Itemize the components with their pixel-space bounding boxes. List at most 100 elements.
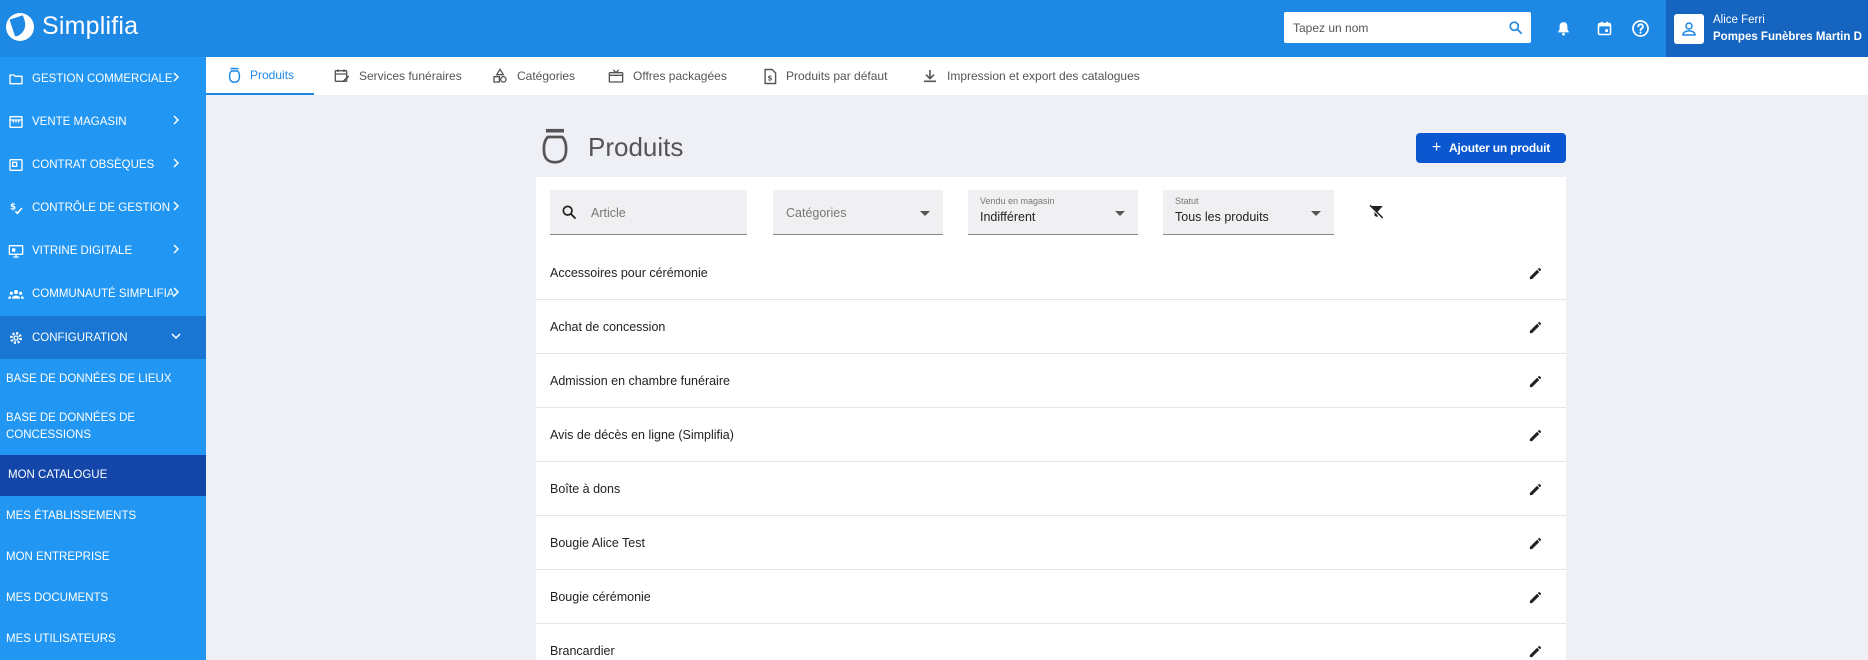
svg-text:$: $ <box>768 74 773 82</box>
status-value: Tous les produits <box>1175 210 1269 224</box>
avatar <box>1674 13 1704 44</box>
package-icon <box>608 68 624 84</box>
sidebar-item-configuration[interactable]: CONFIGURATION <box>0 316 206 359</box>
article-search-field[interactable]: Article <box>550 190 747 235</box>
pencil-icon <box>1529 321 1541 333</box>
add-product-button[interactable]: + Ajouter un produit <box>1416 133 1566 163</box>
product-row[interactable]: Bougie Alice Test <box>536 516 1566 570</box>
tab-categories[interactable]: Catégories <box>492 57 575 95</box>
products-card: Article Catégories Vendu en magasin Indi… <box>536 177 1566 660</box>
help-icon <box>1631 19 1649 37</box>
pencil-icon <box>1529 429 1541 441</box>
sidebar-item-label: CONTRAT OBSÈQUES <box>32 158 155 171</box>
product-row[interactable]: Brancardier <box>536 624 1566 660</box>
sidebar-subitem-mon-catalogue[interactable]: MON CATALOGUE <box>0 455 206 496</box>
product-name: Boîte à dons <box>550 481 621 496</box>
status-label: Statut <box>1175 196 1199 206</box>
edit-button[interactable] <box>1525 533 1545 553</box>
tab-label: Impression et export des catalogues <box>947 69 1140 83</box>
search-box <box>1284 12 1531 43</box>
edit-button[interactable] <box>1525 425 1545 445</box>
notifications-button[interactable] <box>1551 16 1575 40</box>
store-icon <box>0 114 32 130</box>
svg-text:$: $ <box>10 202 16 212</box>
community-icon <box>0 286 32 302</box>
sidebar-subitem-mes-documents[interactable]: MES DOCUMENTS <box>0 578 206 619</box>
search-button[interactable] <box>1499 12 1531 43</box>
settings-gear-icon <box>0 330 32 346</box>
chevron-down-icon <box>170 330 182 345</box>
filter-off-icon <box>1368 204 1384 220</box>
urn-icon <box>540 128 570 169</box>
clear-filters-button[interactable] <box>1366 202 1386 222</box>
chevron-right-icon <box>170 200 182 215</box>
tab-label: Services funéraires <box>359 69 462 83</box>
dropdown-arrow-icon <box>1115 211 1125 216</box>
user-menu[interactable]: Alice Ferri Pompes Funèbres Martin D <box>1666 0 1868 57</box>
pencil-icon <box>1529 483 1541 495</box>
search-input[interactable] <box>1284 12 1494 43</box>
sidebar-item-label: GESTION COMMERCIALE <box>32 72 173 85</box>
product-row[interactable]: Achat de concession <box>536 300 1566 354</box>
user-icon <box>1682 21 1696 36</box>
product-row[interactable]: Admission en chambre funéraire <box>536 354 1566 408</box>
chevron-right-icon <box>170 114 182 129</box>
chevron-right-icon <box>170 157 182 172</box>
catalogue-tabs: Produits Services funéraires Catégories … <box>206 57 1868 95</box>
categories-placeholder: Catégories <box>786 206 847 220</box>
tab-produits[interactable]: Produits <box>206 57 315 95</box>
contract-icon <box>0 157 32 173</box>
app-logo[interactable]: Simplifia <box>6 12 138 41</box>
product-row[interactable]: Bougie cérémonie <box>536 570 1566 624</box>
sidebar-subitem-base-concessions[interactable]: BASE DE DONNÉES DE CONCESSIONS <box>0 399 150 454</box>
edit-button[interactable] <box>1525 263 1545 283</box>
product-row[interactable]: Accessoires pour cérémonie <box>536 246 1566 300</box>
sidebar-item-vente-magasin[interactable]: VENTE MAGASIN <box>0 100 206 143</box>
categories-select[interactable]: Catégories <box>773 190 943 235</box>
pencil-icon <box>1529 537 1541 549</box>
money-check-icon: $ <box>0 200 32 216</box>
tab-impression-export[interactable]: Impression et export des catalogues <box>922 57 1140 95</box>
search-icon <box>1508 21 1522 34</box>
sidebar-item-contrat-obseques[interactable]: CONTRAT OBSÈQUES <box>0 143 206 186</box>
product-name: Brancardier <box>550 644 615 658</box>
help-button[interactable] <box>1628 16 1652 40</box>
tab-label: Produits par défaut <box>786 69 888 83</box>
sidebar-subitem-mes-utilisateurs[interactable]: MES UTILISATEURS <box>0 619 206 660</box>
edit-button[interactable] <box>1525 479 1545 499</box>
sold-in-store-select[interactable]: Vendu en magasin Indifférent <box>968 190 1138 235</box>
product-name: Bougie cérémonie <box>550 589 651 604</box>
sold-in-store-value: Indifférent <box>980 210 1036 224</box>
tab-services-funeraires[interactable]: Services funéraires <box>334 57 462 95</box>
edit-button[interactable] <box>1525 641 1545 660</box>
top-bar: Simplifia Alice Ferri Pompes Funèbres Ma… <box>0 0 1868 57</box>
product-name: Achat de concession <box>550 319 666 334</box>
tab-offres-packagees[interactable]: Offres packagées <box>608 57 727 95</box>
sidebar-subitem-base-lieux[interactable]: BASE DE DONNÉES DE LIEUX <box>0 359 206 399</box>
sidebar-item-label: CONFIGURATION <box>32 331 128 344</box>
article-placeholder: Article <box>591 206 626 220</box>
bell-icon <box>1557 21 1569 36</box>
product-name: Avis de décès en ligne (Simplifia) <box>550 427 734 442</box>
pencil-icon <box>1529 267 1541 279</box>
add-product-label: Ajouter un produit <box>1449 141 1551 155</box>
dropdown-arrow-icon <box>1311 211 1321 216</box>
calendar-icon <box>1597 21 1611 35</box>
pencil-icon <box>1529 591 1541 603</box>
status-select[interactable]: Statut Tous les produits <box>1163 190 1334 235</box>
edit-button[interactable] <box>1525 587 1545 607</box>
shapes-icon <box>492 68 508 84</box>
sidebar-subitem-mes-etablissements[interactable]: MES ÉTABLISSEMENTS <box>0 496 206 537</box>
sidebar-item-controle-de-gestion[interactable]: $ CONTRÔLE DE GESTION <box>0 186 206 229</box>
edit-button[interactable] <box>1525 371 1545 391</box>
sidebar-item-communaute-simplifia[interactable]: COMMUNAUTÉ SIMPLIFIA <box>0 272 206 315</box>
sidebar-item-gestion-commerciale[interactable]: GESTION COMMERCIALE <box>0 57 206 100</box>
calendar-button[interactable] <box>1592 16 1616 40</box>
sidebar-item-vitrine-digitale[interactable]: VITRINE DIGITALE <box>0 229 206 272</box>
sidebar-subitem-mon-entreprise[interactable]: MON ENTREPRISE <box>0 537 206 578</box>
edit-button[interactable] <box>1525 317 1545 337</box>
tab-produits-par-defaut[interactable]: $ Produits par défaut <box>763 57 887 95</box>
product-row[interactable]: Boîte à dons <box>536 462 1566 516</box>
product-row[interactable]: Avis de décès en ligne (Simplifia) <box>536 408 1566 462</box>
product-name: Accessoires pour cérémonie <box>550 265 708 280</box>
